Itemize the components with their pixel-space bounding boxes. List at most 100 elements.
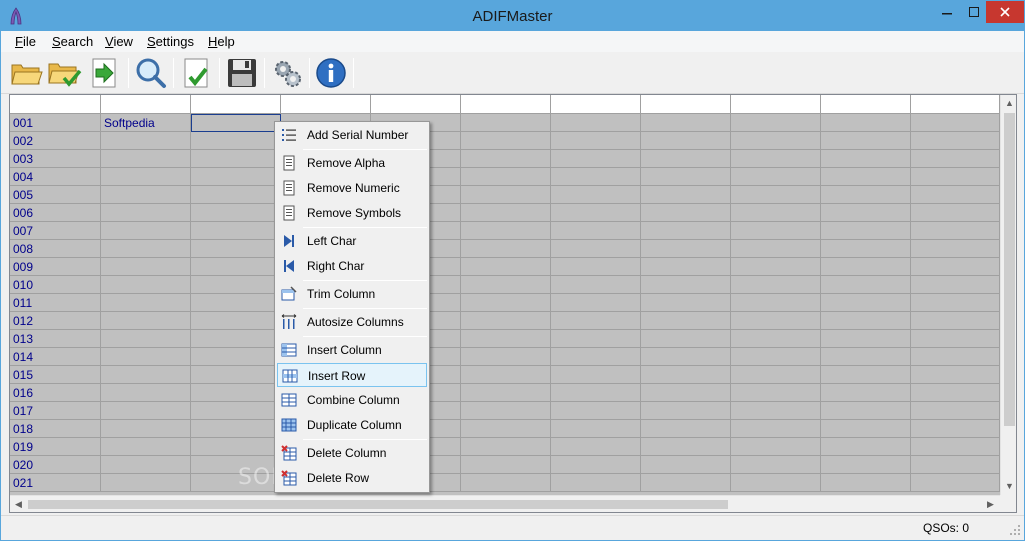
data-cell[interactable] (461, 222, 551, 240)
row-number-cell[interactable]: 009 (10, 258, 101, 276)
column-header[interactable] (821, 95, 911, 114)
data-cell[interactable] (551, 276, 641, 294)
data-cell[interactable] (461, 168, 551, 186)
data-cell[interactable] (551, 420, 641, 438)
table-row[interactable]: 012 (10, 312, 1000, 330)
row-number-cell[interactable]: 018 (10, 420, 101, 438)
data-cell[interactable] (911, 168, 1000, 186)
data-cell[interactable] (911, 330, 1000, 348)
data-cell[interactable] (641, 204, 731, 222)
column-header[interactable] (101, 95, 191, 114)
data-cell[interactable] (461, 366, 551, 384)
data-cell[interactable] (641, 132, 731, 150)
data-cell[interactable] (191, 168, 281, 186)
data-cell[interactable] (731, 114, 821, 132)
row-number-cell[interactable]: 020 (10, 456, 101, 474)
data-cell[interactable] (731, 168, 821, 186)
table-row[interactable]: 021 (10, 474, 1000, 492)
data-cell[interactable] (821, 222, 911, 240)
data-cell[interactable] (101, 330, 191, 348)
data-cell[interactable] (191, 420, 281, 438)
table-row[interactable]: 010 (10, 276, 1000, 294)
data-cell[interactable] (821, 456, 911, 474)
data-cell[interactable] (101, 132, 191, 150)
data-cell[interactable] (551, 366, 641, 384)
data-cell[interactable] (461, 384, 551, 402)
data-cell[interactable] (641, 438, 731, 456)
data-cell[interactable] (821, 150, 911, 168)
data-cell[interactable] (821, 420, 911, 438)
data-cell[interactable] (461, 132, 551, 150)
maximize-button[interactable] (959, 1, 989, 23)
data-cell[interactable] (461, 330, 551, 348)
data-cell[interactable] (911, 384, 1000, 402)
menu-item-left-char[interactable]: Left Char (277, 229, 427, 253)
row-number-cell[interactable]: 006 (10, 204, 101, 222)
data-cell[interactable] (731, 132, 821, 150)
data-cell[interactable] (821, 348, 911, 366)
data-cell[interactable] (911, 258, 1000, 276)
data-cell[interactable] (821, 366, 911, 384)
row-number-cell[interactable]: 011 (10, 294, 101, 312)
data-cell[interactable] (821, 168, 911, 186)
data-cell[interactable] (101, 222, 191, 240)
data-cell[interactable] (191, 438, 281, 456)
info-button[interactable] (314, 56, 348, 90)
data-cell[interactable] (551, 402, 641, 420)
data-cell[interactable] (551, 456, 641, 474)
row-number-cell[interactable]: 017 (10, 402, 101, 420)
scroll-left-icon[interactable]: ◀ (10, 496, 27, 512)
data-cell[interactable] (461, 474, 551, 492)
data-cell[interactable] (641, 348, 731, 366)
table-row[interactable]: 003 (10, 150, 1000, 168)
data-cell[interactable] (101, 276, 191, 294)
data-cell[interactable] (821, 312, 911, 330)
data-cell[interactable] (641, 168, 731, 186)
data-cell[interactable] (191, 150, 281, 168)
row-number-cell[interactable]: 010 (10, 276, 101, 294)
menu-file[interactable]: File (15, 34, 36, 49)
data-cell[interactable] (191, 348, 281, 366)
data-cell[interactable] (731, 348, 821, 366)
qso-grid[interactable]: 001 Softpedia 002 003 004 005 006 007 008 009 010 0… (9, 94, 1017, 513)
data-cell[interactable] (911, 438, 1000, 456)
data-cell[interactable] (551, 348, 641, 366)
menu-search[interactable]: Search (52, 34, 93, 49)
data-cell[interactable] (911, 222, 1000, 240)
menu-settings[interactable]: Settings (147, 34, 194, 49)
menu-item-combine-column[interactable]: Combine Column (277, 388, 427, 412)
data-cell[interactable] (821, 294, 911, 312)
data-cell[interactable] (641, 240, 731, 258)
data-cell[interactable] (101, 186, 191, 204)
data-cell[interactable] (641, 366, 731, 384)
row-number-cell[interactable]: 014 (10, 348, 101, 366)
horizontal-scrollbar[interactable]: ◀ ▶ (10, 495, 1000, 512)
table-row[interactable]: 009 (10, 258, 1000, 276)
data-cell[interactable] (821, 402, 911, 420)
data-cell[interactable] (821, 204, 911, 222)
data-cell[interactable] (731, 420, 821, 438)
data-cell[interactable] (911, 456, 1000, 474)
table-row[interactable]: 008 (10, 240, 1000, 258)
data-cell[interactable] (191, 258, 281, 276)
title-bar[interactable]: ADIFMaster (1, 1, 1024, 31)
data-cell[interactable] (551, 258, 641, 276)
minimize-button[interactable] (932, 1, 962, 23)
data-cell[interactable] (821, 240, 911, 258)
row-number-cell[interactable]: 012 (10, 312, 101, 330)
table-row[interactable]: 017 (10, 402, 1000, 420)
data-cell[interactable] (461, 114, 551, 132)
data-cell[interactable] (641, 474, 731, 492)
table-row[interactable]: 006 (10, 204, 1000, 222)
data-cell[interactable] (551, 294, 641, 312)
data-cell[interactable] (461, 150, 551, 168)
data-cell[interactable] (731, 456, 821, 474)
data-cell[interactable] (101, 456, 191, 474)
data-cell[interactable] (551, 204, 641, 222)
menu-item-insert-row[interactable]: Insert Row (277, 363, 427, 387)
data-cell[interactable] (731, 330, 821, 348)
data-cell[interactable] (641, 114, 731, 132)
data-cell[interactable] (641, 402, 731, 420)
data-cell[interactable] (551, 150, 641, 168)
data-cell[interactable] (191, 114, 281, 132)
